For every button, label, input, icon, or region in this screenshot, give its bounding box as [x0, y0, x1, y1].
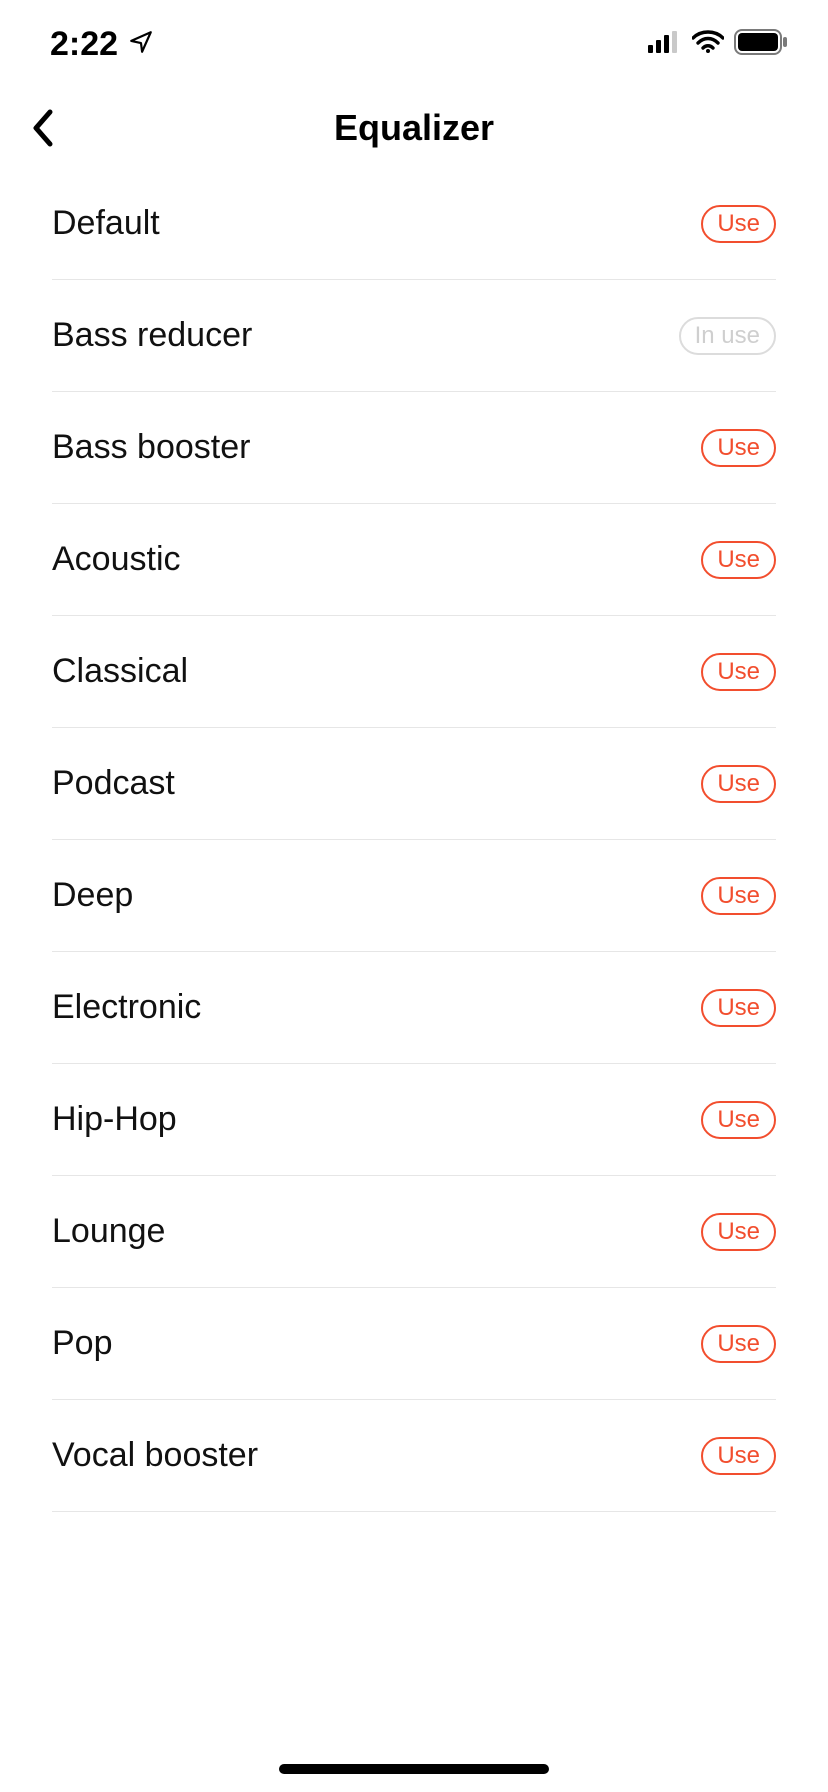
- use-button[interactable]: Use: [701, 1213, 776, 1251]
- home-indicator[interactable]: [279, 1764, 549, 1774]
- cellular-icon: [648, 31, 682, 58]
- preset-label: Podcast: [52, 764, 175, 803]
- use-button[interactable]: Use: [701, 989, 776, 1027]
- use-button[interactable]: Use: [701, 1437, 776, 1475]
- list-item: Vocal booster Use: [52, 1400, 776, 1512]
- preset-label: Deep: [52, 876, 133, 915]
- status-left: 2:22: [50, 25, 154, 64]
- wifi-icon: [692, 30, 724, 59]
- status-time: 2:22: [50, 25, 118, 64]
- preset-label: Hip-Hop: [52, 1100, 177, 1139]
- preset-label: Acoustic: [52, 540, 181, 579]
- preset-label: Lounge: [52, 1212, 165, 1251]
- use-button[interactable]: Use: [701, 429, 776, 467]
- preset-label: Electronic: [52, 988, 201, 1027]
- status-bar: 2:22: [0, 0, 828, 88]
- list-item: Bass reducer In use: [52, 280, 776, 392]
- list-item: Lounge Use: [52, 1176, 776, 1288]
- list-item: Podcast Use: [52, 728, 776, 840]
- preset-label: Default: [52, 204, 160, 243]
- use-button[interactable]: Use: [701, 1101, 776, 1139]
- use-button[interactable]: Use: [701, 653, 776, 691]
- page-title: Equalizer: [0, 107, 828, 149]
- header: Equalizer: [0, 88, 828, 168]
- preset-label: Pop: [52, 1324, 113, 1363]
- list-item: Default Use: [52, 168, 776, 280]
- list-item: Bass booster Use: [52, 392, 776, 504]
- use-button[interactable]: Use: [701, 765, 776, 803]
- list-item: Deep Use: [52, 840, 776, 952]
- location-icon: [128, 25, 154, 64]
- in-use-button: In use: [679, 317, 776, 355]
- list-item: Classical Use: [52, 616, 776, 728]
- list-item: Pop Use: [52, 1288, 776, 1400]
- back-button[interactable]: [22, 108, 62, 148]
- use-button[interactable]: Use: [701, 1325, 776, 1363]
- use-button[interactable]: Use: [701, 205, 776, 243]
- list-item: Electronic Use: [52, 952, 776, 1064]
- chevron-left-icon: [30, 108, 54, 148]
- preset-label: Bass booster: [52, 428, 250, 467]
- use-button[interactable]: Use: [701, 541, 776, 579]
- preset-label: Vocal booster: [52, 1436, 258, 1475]
- preset-list: Default Use Bass reducer In use Bass booster…: [0, 168, 828, 1512]
- preset-label: Bass reducer: [52, 316, 252, 355]
- battery-icon: [734, 29, 788, 60]
- list-item: Hip-Hop Use: [52, 1064, 776, 1176]
- preset-label: Classical: [52, 652, 188, 691]
- status-right: [648, 29, 788, 60]
- list-item: Acoustic Use: [52, 504, 776, 616]
- use-button[interactable]: Use: [701, 877, 776, 915]
